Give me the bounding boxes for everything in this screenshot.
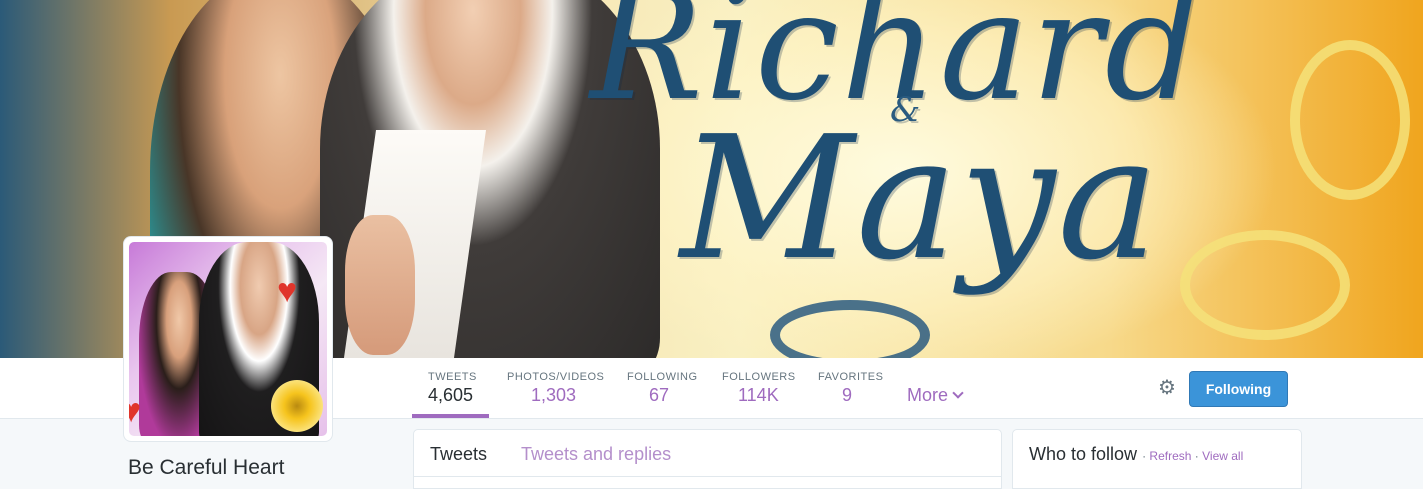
view-all-link[interactable]: View all [1202, 449, 1243, 463]
separator: · [1142, 449, 1147, 463]
following-button[interactable]: Following [1189, 371, 1288, 407]
nav-stat-label: FAVORITES [818, 371, 884, 383]
nav-stat-value: 9 [842, 385, 853, 405]
gear-icon[interactable]: ⚙ [1157, 378, 1177, 398]
nav-stat-label: FOLLOWERS [722, 371, 796, 383]
nav-stat-label: PHOTOS/VIDEOS [507, 371, 605, 383]
refresh-link[interactable]: Refresh [1149, 449, 1191, 463]
profile-name: Be Careful Heart [128, 456, 285, 479]
nav-stat-value: 1,303 [531, 385, 577, 405]
nav-stat-following[interactable]: FOLLOWING 67 [627, 371, 698, 406]
who-to-follow-card: Who to follow · Refresh · View all [1012, 429, 1302, 489]
chevron-down-icon [952, 387, 964, 399]
banner-swirl [1290, 40, 1410, 200]
nav-stat-label: FOLLOWING [627, 371, 698, 383]
nav-stat-followers[interactable]: FOLLOWERS 114K [722, 371, 796, 406]
flower-icon [271, 380, 323, 432]
nav-stat-tweets[interactable]: TWEETS 4,605 [412, 371, 489, 418]
nav-stat-favorites[interactable]: FAVORITES 9 [818, 371, 883, 406]
tab-tweets-and-replies[interactable]: Tweets and replies [521, 444, 671, 465]
nav-stat-label: TWEETS [428, 371, 477, 383]
timeline-card: Tweets Tweets and replies [413, 429, 1002, 489]
divider [414, 476, 1001, 477]
avatar-image: ♥ ♥ [129, 242, 327, 436]
nav-stat-value: 4,605 [428, 385, 474, 405]
profile-avatar[interactable]: ♥ ♥ [123, 236, 333, 442]
heart-icon: ♥ [129, 392, 142, 430]
banner-hand [345, 215, 415, 355]
nav-stat-photos-videos[interactable]: PHOTOS/VIDEOS 1,303 [507, 371, 604, 406]
heart-icon: ♥ [277, 272, 298, 310]
nav-stat-value: 67 [649, 385, 670, 405]
nav-stat-value: 114K [738, 385, 779, 405]
who-to-follow-title: Who to follow [1029, 444, 1138, 464]
nav-more-label: More [907, 385, 949, 405]
banner-title-maya: Maya [680, 100, 1161, 298]
banner-swirl [1180, 230, 1350, 340]
nav-more-button[interactable]: More [907, 385, 964, 406]
tab-tweets[interactable]: Tweets [430, 444, 487, 465]
separator: · [1194, 449, 1199, 463]
